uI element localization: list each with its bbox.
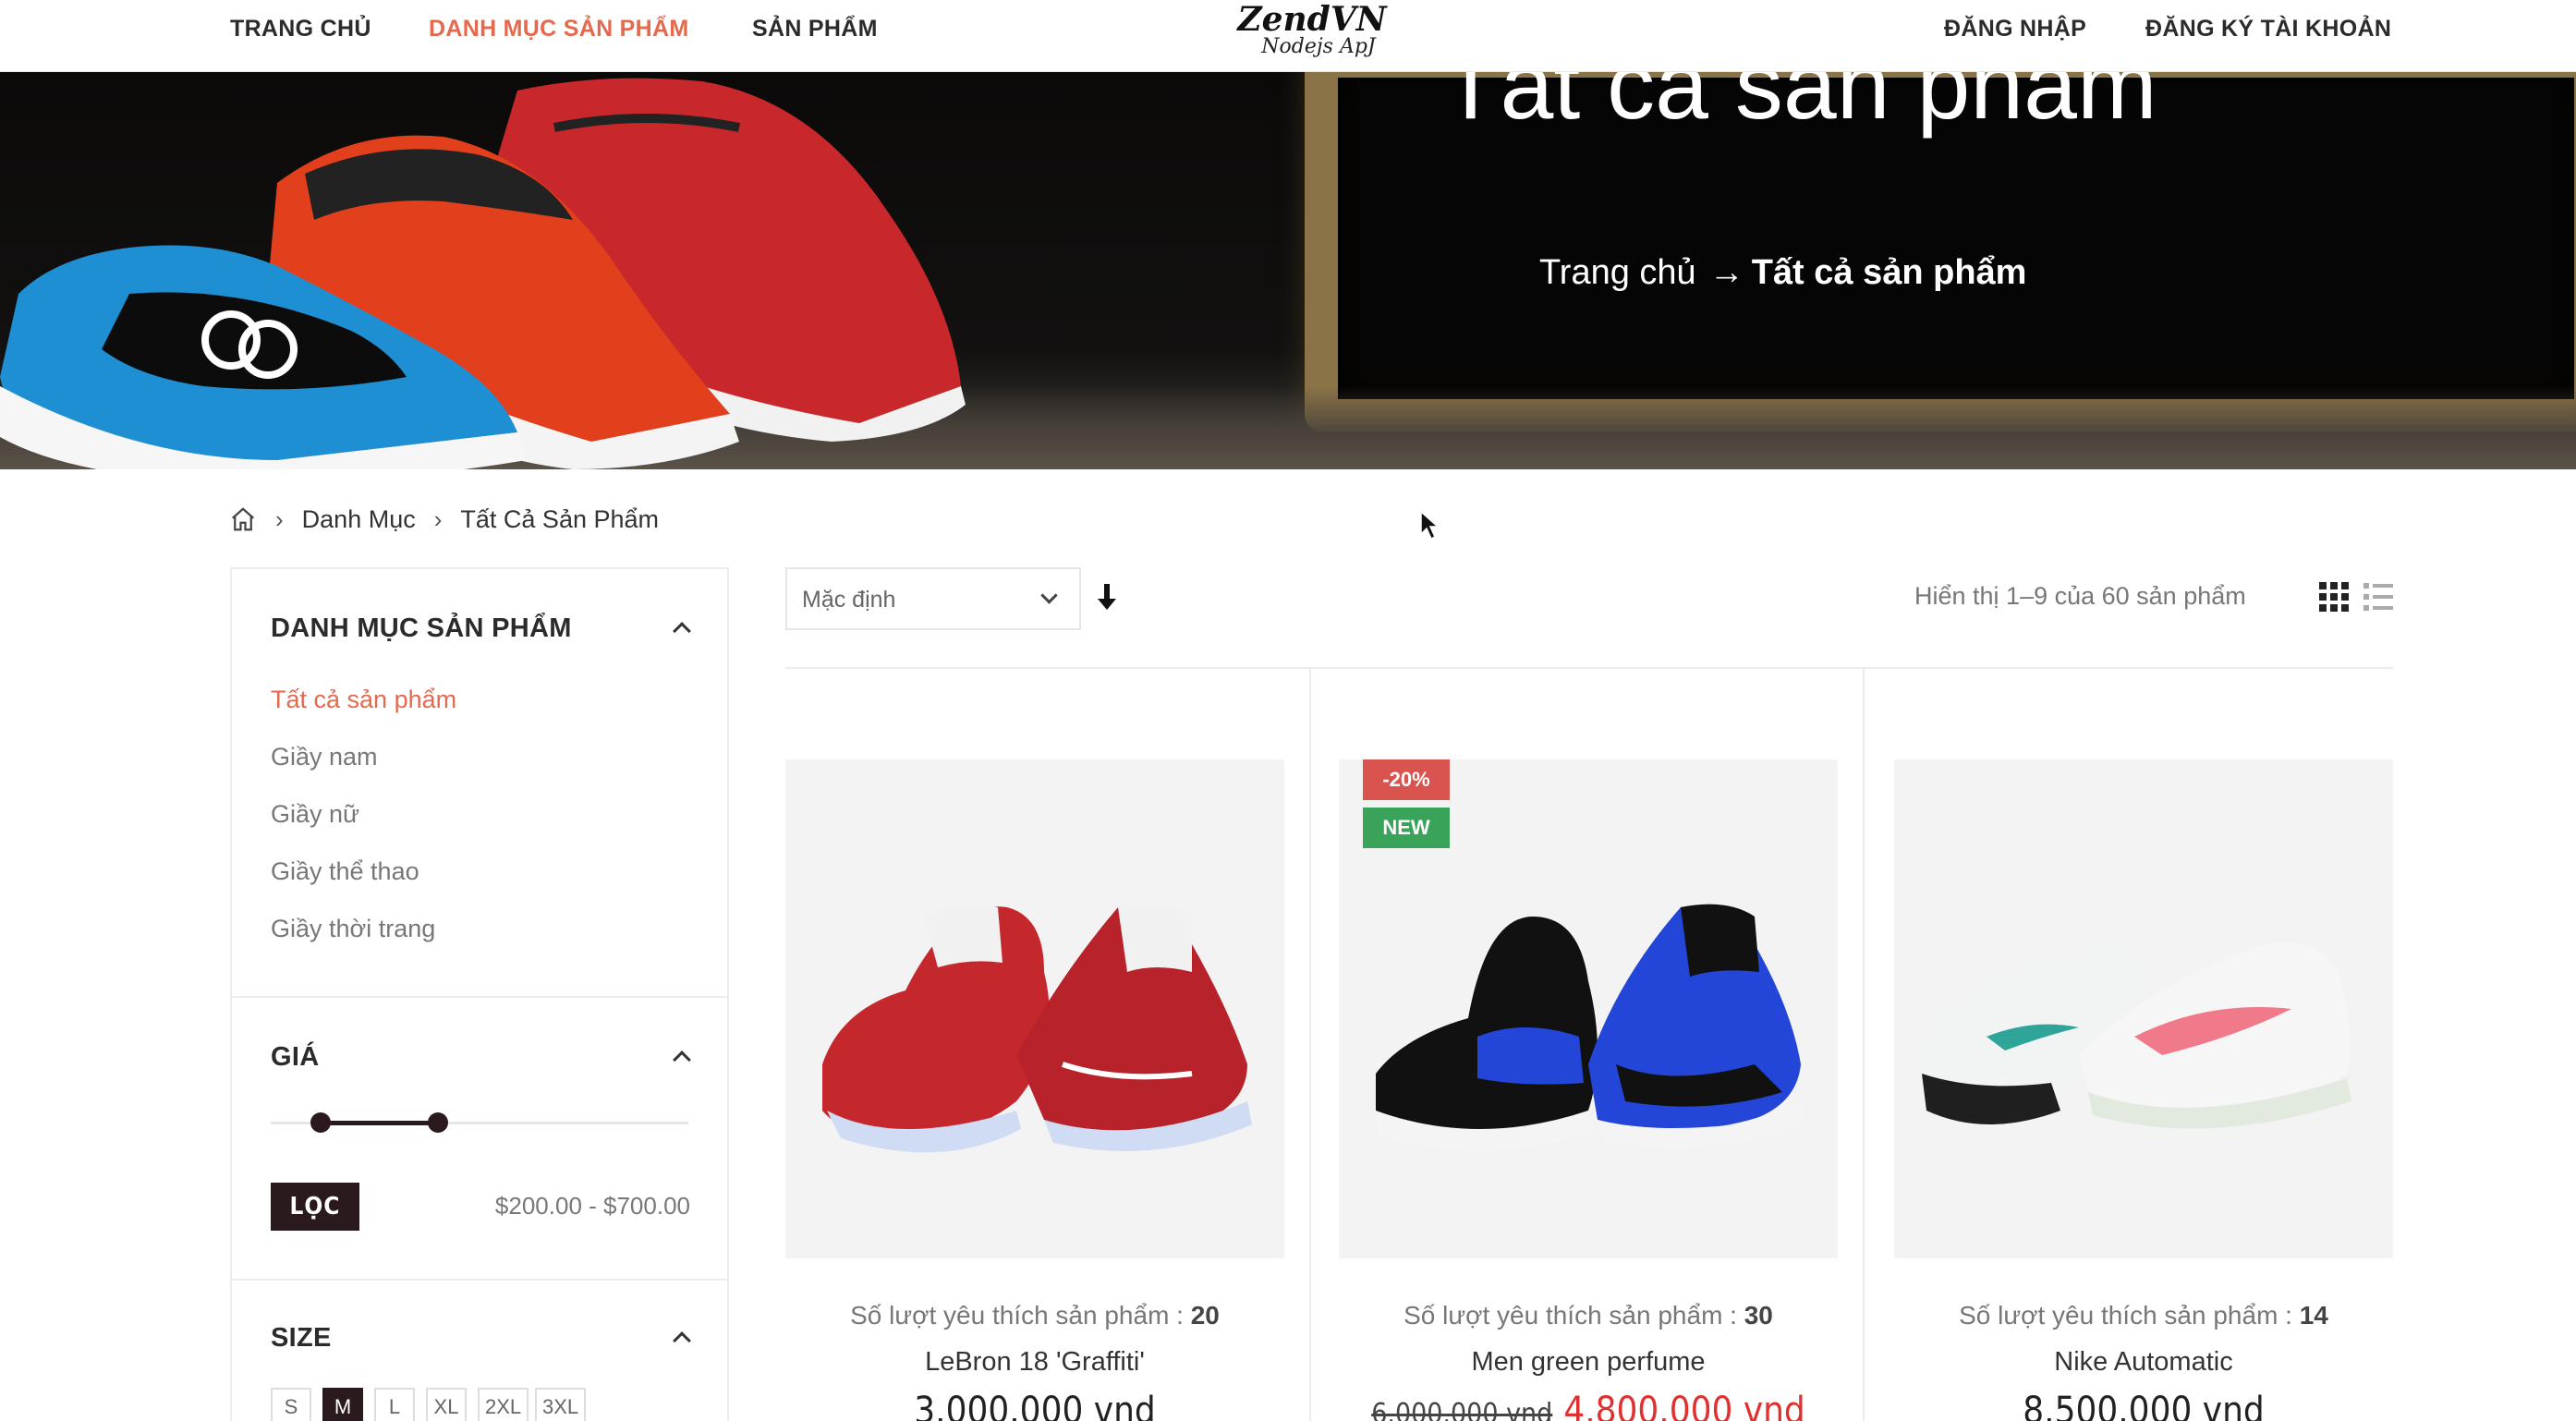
product-image[interactable]	[1894, 759, 2393, 1258]
product-image[interactable]	[785, 759, 1284, 1258]
product-name[interactable]: Nike Automatic	[1894, 1347, 2393, 1378]
hero-breadcrumb: Trang chủ → Tất cả sản phẩm	[1539, 253, 2026, 293]
product-sale-price: 4.800.000 vnd	[1563, 1390, 1805, 1421]
product-likes-label: Số lượt yêu thích sản phẩm :	[1959, 1301, 2300, 1330]
product-likes: Số lượt yêu thích sản phẩm : 20	[785, 1301, 1284, 1330]
product-likes-count: 20	[1190, 1301, 1220, 1330]
size-option-m[interactable]: M	[322, 1388, 363, 1421]
product-name[interactable]: LeBron 18 'Graffiti'	[785, 1347, 1284, 1378]
hero-title: Tất cả sản phẩm	[1441, 72, 2157, 140]
product-old-price: 6.000.000 vnd	[1371, 1398, 1553, 1421]
nav-home[interactable]: TRANG CHỦ	[230, 0, 371, 57]
sort-select-value: Mặc định	[802, 587, 896, 613]
product-card: -20% NEW Số lượt yêu thích sản phẩm : 30…	[1339, 759, 1838, 1421]
price-filter-button[interactable]: LỌC	[271, 1183, 359, 1231]
size-section-title[interactable]: SIZE	[271, 1323, 332, 1354]
chevron-right-icon: ›	[433, 504, 443, 533]
mouse-cursor-icon	[1420, 510, 1440, 540]
chevron-right-icon: ›	[275, 504, 284, 533]
nav-register[interactable]: ĐĂNG KÝ TÀI KHOẢN	[2145, 0, 2391, 57]
category-section-title[interactable]: DANH MỤC SẢN PHẨM	[271, 613, 572, 644]
product-shoe-red-image	[822, 904, 1252, 1153]
chevron-up-icon[interactable]	[673, 1331, 691, 1350]
product-likes-label: Số lượt yêu thích sản phẩm :	[850, 1301, 1191, 1330]
size-option-2xl[interactable]: 2XL	[478, 1388, 529, 1421]
logo-sub-text: Nodejs ApJ	[1261, 35, 1376, 58]
size-option-3xl[interactable]: 3XL	[535, 1388, 587, 1421]
grid-divider	[1309, 667, 1311, 1421]
product-likes-label: Số lượt yêu thích sản phẩm :	[1403, 1301, 1744, 1330]
product-card: Số lượt yêu thích sản phẩm : 14 Nike Aut…	[1894, 759, 2393, 1421]
hero-crumb-arrow: →	[1708, 253, 1744, 292]
price-range-text: $200.00 - $700.00	[494, 1192, 690, 1220]
chevron-up-icon[interactable]	[673, 1051, 691, 1069]
product-price: 8.500.000 vnd	[2023, 1390, 2265, 1421]
product-likes: Số lượt yêu thích sản phẩm : 30	[1339, 1301, 1838, 1330]
site-header: TRANG CHỦ DANH MỤC SẢN PHẨM SẢN PHẨM Zen…	[0, 0, 2576, 72]
product-likes: Số lượt yêu thích sản phẩm : 14	[1894, 1301, 2393, 1330]
category-item-women[interactable]: Giầy nữ	[271, 800, 359, 829]
home-icon[interactable]	[229, 505, 257, 533]
hero-banner: Tất cả sản phẩm Trang chủ → Tất cả sản phẩ…	[0, 72, 2576, 469]
hero-crumb-home[interactable]: Trang chủ	[1539, 253, 1696, 292]
category-item-men[interactable]: Giầy nam	[271, 743, 378, 771]
sale-badge: -20%	[1363, 759, 1450, 800]
chevron-up-icon[interactable]	[673, 622, 691, 640]
results-count: Hiển thị 1–9 của 60 sản phẩm	[1914, 582, 2246, 610]
list-view-icon[interactable]	[2363, 582, 2393, 612]
category-item-all[interactable]: Tất cả sản phẩm	[271, 686, 456, 714]
size-option-l[interactable]: L	[374, 1388, 415, 1421]
price-section-title[interactable]: GIÁ	[271, 1042, 319, 1073]
price-slider-range	[321, 1121, 438, 1125]
breadcrumb-item-category[interactable]: Danh Mục	[302, 505, 416, 534]
hero-crumb-current: Tất cả sản phẩm	[1751, 253, 2027, 292]
logo-main-text: ZendVN	[1237, 0, 1387, 39]
hero-shoes-illustration	[0, 78, 966, 469]
product-image[interactable]: -20% NEW	[1339, 759, 1838, 1258]
site-logo[interactable]: ZendVN Nodejs ApJ	[1229, 2, 1395, 57]
price-section: GIÁ LỌC $200.00 - $700.00	[232, 998, 727, 1281]
sort-direction-icon[interactable]	[1096, 582, 1118, 613]
nav-login[interactable]: ĐĂNG NHẬP	[1944, 0, 2086, 57]
grid-divider	[1863, 667, 1865, 1421]
breadcrumb-item-current: Tất Cả Sản Phẩm	[460, 504, 660, 533]
new-badge: NEW	[1363, 808, 1450, 848]
grid-divider	[785, 667, 2393, 669]
product-likes-count: 14	[2299, 1301, 2328, 1330]
product-name[interactable]: Men green perfume	[1339, 1347, 1838, 1378]
product-shoe-white-image	[1922, 942, 2351, 1129]
size-section: SIZE S M L XL 2XL 3XL	[232, 1281, 727, 1421]
product-card: Số lượt yêu thích sản phẩm : 20 LeBron 1…	[785, 759, 1284, 1421]
price-slider-track[interactable]	[271, 1112, 688, 1133]
nav-categories[interactable]: DANH MỤC SẢN PHẨM	[429, 0, 688, 57]
category-item-sport[interactable]: Giầy thể thao	[271, 857, 419, 886]
product-price: 6.000.000 vnd 4.800.000 vnd	[1339, 1390, 1838, 1421]
product-likes-count: 30	[1744, 1301, 1773, 1330]
price-slider-max-handle[interactable]	[427, 1112, 448, 1133]
size-option-s[interactable]: S	[271, 1388, 311, 1421]
category-item-fashion[interactable]: Giầy thời trang	[271, 915, 435, 943]
grid-view-icon[interactable]	[2319, 582, 2349, 612]
filter-sidebar: DANH MỤC SẢN PHẨM Tất cả sản phẩm Giầy n…	[230, 567, 729, 1421]
price-slider-min-handle[interactable]	[310, 1112, 332, 1133]
category-section: DANH MỤC SẢN PHẨM Tất cả sản phẩm Giầy n…	[232, 569, 727, 998]
chevron-down-icon	[1040, 587, 1058, 604]
product-price: 3.000.000 vnd	[914, 1390, 1156, 1421]
size-option-xl[interactable]: XL	[426, 1388, 467, 1421]
sort-select[interactable]: Mặc định	[785, 567, 1081, 630]
breadcrumb: › Danh Mục › Tất Cả Sản Phẩm	[229, 501, 659, 538]
nav-products[interactable]: SẢN PHẨM	[752, 0, 878, 57]
